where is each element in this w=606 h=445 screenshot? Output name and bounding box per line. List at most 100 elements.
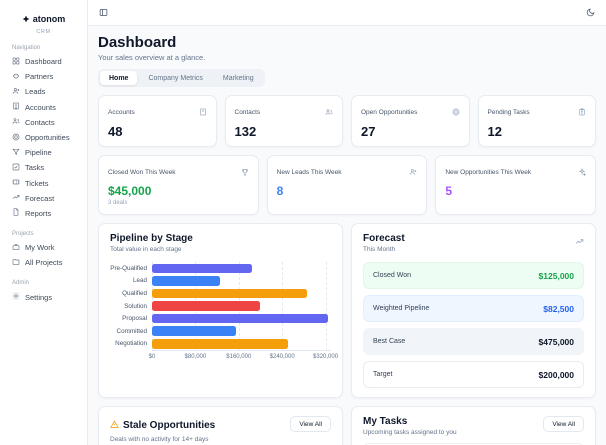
sidebar-item-label: Dashboard: [25, 57, 62, 67]
forecast-row-closed-won: Closed Won $125,000: [363, 262, 584, 289]
forecast-row-label: Best Case: [373, 338, 406, 345]
sidebar-item-label: Settings: [25, 292, 53, 302]
tasks-view-all-button[interactable]: View All: [543, 416, 584, 432]
forecast-row-label: Weighted Pipeline: [373, 305, 430, 312]
building-icon: [12, 102, 20, 112]
sidebar-item-label: Tickets: [25, 178, 49, 188]
target-icon: [12, 133, 20, 143]
page-subtitle: Your sales overview at a glance.: [98, 53, 206, 62]
dashboard-content: Dashboard Your sales overview at a glanc…: [88, 26, 606, 445]
app-logo: atonom: [7, 10, 80, 28]
sidebar-item-pipeline[interactable]: Pipeline: [7, 145, 80, 160]
app-name-sub: CRM: [36, 29, 51, 35]
chart-plot-area: [152, 262, 331, 352]
highlight-value: 8: [276, 184, 284, 198]
chart-category-label: Pre-Qualified: [110, 264, 147, 272]
chart-category-label: Negotiation: [115, 340, 147, 348]
users-icon: [12, 117, 20, 127]
my-tasks-panel: My Tasks Upcoming tasks assigned to you …: [351, 406, 596, 445]
chart-y-axis-labels: Pre-Qualified Lead Qualified Solution Pr…: [110, 262, 152, 351]
highlight-value: $45,000: [108, 184, 152, 198]
stale-subtitle: Deals with no activity for 14+ days: [110, 436, 209, 443]
highlight-card-new-opportunities: New Opportunities This Week 5: [435, 155, 596, 215]
chart-bar-proposal: [152, 313, 329, 324]
stale-title: Stale Opportunities: [123, 419, 216, 431]
tab-company-metrics[interactable]: Company Metrics: [139, 71, 211, 85]
tasks-title: My Tasks: [363, 416, 408, 427]
sidebar-item-reports[interactable]: Reports: [7, 206, 80, 221]
middle-row: Pipeline by Stage Total value in each st…: [98, 223, 596, 398]
sidebar-item-settings[interactable]: Settings: [7, 289, 80, 304]
sidebar-item-leads[interactable]: Leads: [7, 84, 80, 99]
sidebar-item-contacts[interactable]: Contacts: [7, 115, 80, 130]
forecast-rows: Closed Won $125,000 Weighted Pipeline $8…: [363, 262, 584, 388]
building-icon: [199, 103, 207, 121]
stat-label: Pending Tasks: [487, 108, 530, 116]
stale-opportunities-panel: Stale Opportunities Deals with no activi…: [98, 406, 343, 445]
chart-x-tick: $80,000: [184, 354, 207, 361]
sidebar-item-all-projects[interactable]: All Projects: [7, 255, 80, 270]
sidebar-item-label: Tasks: [25, 163, 45, 173]
clipboard-icon: [578, 103, 586, 121]
highlight-label: New Leads This Week: [276, 168, 342, 176]
warning-icon: [110, 416, 119, 434]
stat-value: 48: [108, 124, 123, 139]
forecast-row-weighted-pipeline: Weighted Pipeline $82,500: [363, 295, 584, 322]
stat-cards: Accounts 48 Contacts 132 Open Opportunit…: [98, 95, 596, 147]
sidebar-item-partners[interactable]: Partners: [7, 69, 80, 84]
forecast-row-best-case: Best Case $475,000: [363, 328, 584, 355]
chart-title: Pipeline by Stage: [110, 233, 193, 244]
chart-bar-committed: [152, 326, 237, 337]
bottom-row: Stale Opportunities Deals with no activi…: [98, 406, 596, 445]
forecast-row-value: $125,000: [538, 270, 574, 281]
chart-bar-pre-qualified: [152, 263, 253, 274]
chart-category-label: Committed: [116, 327, 147, 335]
stat-label: Accounts: [108, 108, 135, 116]
trophy-icon: [241, 163, 249, 181]
handshake-icon: [12, 72, 20, 82]
highlight-label: New Opportunities This Week: [445, 168, 532, 176]
chart-x-tick: $240,000: [269, 354, 295, 361]
sidebar-item-label: Accounts: [25, 102, 56, 112]
ticket-icon: [12, 178, 20, 188]
page-title: Dashboard: [98, 34, 177, 51]
app-name: atonom: [32, 14, 66, 24]
forecast-row-value: $82,500: [543, 303, 574, 314]
chart-bar-qualified: [152, 288, 307, 299]
forecast-row-value: $475,000: [538, 336, 574, 347]
sidebar-item-tasks[interactable]: Tasks: [7, 160, 80, 175]
chart-x-tick: $320,000: [313, 354, 339, 361]
highlight-card-closed-won: Closed Won This Week $45,000 3 deals: [98, 155, 259, 215]
sidebar-item-tickets[interactable]: Tickets: [7, 176, 80, 191]
stat-card-accounts: Accounts 48: [98, 95, 217, 147]
highlight-cards: Closed Won This Week $45,000 3 deals New…: [98, 155, 596, 215]
funnel-icon: [12, 148, 20, 158]
dashboard-tabs: Home Company Metrics Marketing: [98, 69, 265, 87]
forecast-row-label: Closed Won: [373, 272, 412, 279]
nav-section-label: Navigation: [12, 45, 41, 51]
topbar: [88, 0, 606, 26]
tab-home[interactable]: Home: [100, 71, 138, 85]
sparkles-icon: [578, 163, 587, 181]
chart-bar-solution: [152, 301, 261, 311]
sidebar-item-accounts[interactable]: Accounts: [7, 100, 80, 115]
sidebar-item-my-work[interactable]: My Work: [7, 240, 80, 255]
nav-section-label: Admin: [12, 280, 30, 287]
sidebar-item-dashboard[interactable]: Dashboard: [7, 54, 80, 69]
stat-value: 27: [361, 124, 376, 139]
stat-card-contacts: Contacts 132: [224, 95, 343, 147]
user-plus-icon: [409, 163, 417, 181]
theme-toggle-button[interactable]: [586, 5, 595, 20]
chart-x-axis: $0 $80,000 $160,000 $240,000 $320,000: [149, 351, 338, 361]
sidebar-item-forecast[interactable]: Forecast: [7, 191, 80, 206]
stale-view-all-button[interactable]: View All: [290, 416, 331, 432]
chart-bar-negotiation: [152, 339, 288, 349]
tab-marketing[interactable]: Marketing: [214, 71, 263, 85]
sidebar-item-opportunities[interactable]: Opportunities: [7, 130, 80, 145]
sidebar-toggle-button[interactable]: [99, 5, 108, 20]
highlight-card-new-leads: New Leads This Week 8: [266, 155, 428, 215]
sidebar-item-label: Contacts: [25, 117, 55, 127]
nav-section-label: Projects: [12, 231, 34, 238]
highlight-sub: [445, 200, 586, 207]
pipeline-bar-chart: Pre-Qualified Lead Qualified Solution Pr…: [110, 262, 331, 352]
